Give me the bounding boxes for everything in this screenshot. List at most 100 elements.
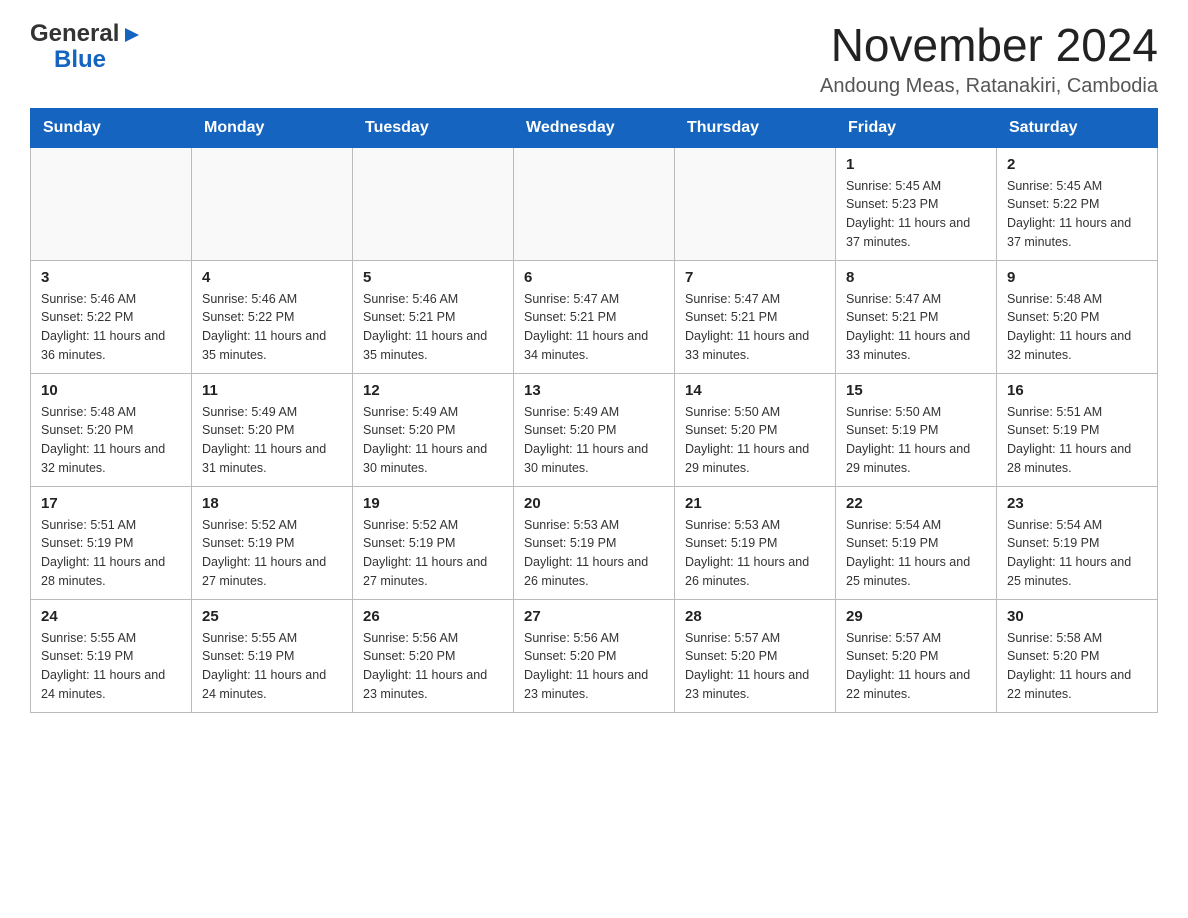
day-info: Sunrise: 5:46 AMSunset: 5:22 PMDaylight:… bbox=[202, 290, 342, 365]
calendar-cell: 26 Sunrise: 5:56 AMSunset: 5:20 PMDayligh… bbox=[353, 599, 514, 712]
day-info: Sunrise: 5:58 AMSunset: 5:20 PMDaylight:… bbox=[1007, 629, 1147, 704]
day-number: 19 bbox=[363, 495, 503, 512]
calendar-cell: 12 Sunrise: 5:49 AMSunset: 5:20 PMDayligh… bbox=[353, 373, 514, 486]
day-number: 4 bbox=[202, 269, 342, 286]
day-number: 22 bbox=[846, 495, 986, 512]
calendar-cell: 16 Sunrise: 5:51 AMSunset: 5:19 PMDayligh… bbox=[997, 373, 1158, 486]
day-info: Sunrise: 5:47 AMSunset: 5:21 PMDaylight:… bbox=[846, 290, 986, 365]
day-number: 8 bbox=[846, 269, 986, 286]
weekday-header-row: SundayMondayTuesdayWednesdayThursdayFrid… bbox=[31, 108, 1158, 147]
day-number: 26 bbox=[363, 608, 503, 625]
calendar-cell: 9 Sunrise: 5:48 AMSunset: 5:20 PMDaylight… bbox=[997, 260, 1158, 373]
day-info: Sunrise: 5:47 AMSunset: 5:21 PMDaylight:… bbox=[685, 290, 825, 365]
calendar-cell: 19Sunrise: 5:52 AMSunset: 5:19 PMDayligh… bbox=[353, 486, 514, 599]
day-info: Sunrise: 5:46 AMSunset: 5:21 PMDaylight:… bbox=[363, 290, 503, 365]
day-info: Sunrise: 5:53 AMSunset: 5:19 PMDaylight:… bbox=[524, 516, 664, 591]
day-number: 23 bbox=[1007, 495, 1147, 512]
logo-general-text: General bbox=[30, 20, 119, 48]
calendar-cell: 15Sunrise: 5:50 AMSunset: 5:19 PMDayligh… bbox=[836, 373, 997, 486]
calendar-cell bbox=[514, 147, 675, 260]
day-info: Sunrise: 5:54 AMSunset: 5:19 PMDaylight:… bbox=[846, 516, 986, 591]
day-info: Sunrise: 5:45 AMSunset: 5:23 PMDaylight:… bbox=[846, 177, 986, 252]
calendar-cell: 23 Sunrise: 5:54 AMSunset: 5:19 PMDayligh… bbox=[997, 486, 1158, 599]
calendar-cell: 7 Sunrise: 5:47 AMSunset: 5:21 PMDaylight… bbox=[675, 260, 836, 373]
calendar-cell: 17 Sunrise: 5:51 AMSunset: 5:19 PMDayligh… bbox=[31, 486, 192, 599]
day-number: 30 bbox=[1007, 608, 1147, 625]
weekday-header-thursday: Thursday bbox=[675, 108, 836, 147]
calendar-cell: 10 Sunrise: 5:48 AMSunset: 5:20 PMDayligh… bbox=[31, 373, 192, 486]
calendar-cell: 29Sunrise: 5:57 AMSunset: 5:20 PMDayligh… bbox=[836, 599, 997, 712]
day-number: 18 bbox=[202, 495, 342, 512]
weekday-header-saturday: Saturday bbox=[997, 108, 1158, 147]
day-number: 20 bbox=[524, 495, 664, 512]
calendar-cell: 24 Sunrise: 5:55 AMSunset: 5:19 PMDayligh… bbox=[31, 599, 192, 712]
weekday-header-sunday: Sunday bbox=[31, 108, 192, 147]
calendar-cell: 1 Sunrise: 5:45 AMSunset: 5:23 PMDaylight… bbox=[836, 147, 997, 260]
day-number: 7 bbox=[685, 269, 825, 286]
calendar-cell: 28 Sunrise: 5:57 AMSunset: 5:20 PMDayligh… bbox=[675, 599, 836, 712]
day-number: 5 bbox=[363, 269, 503, 286]
calendar-cell: 4 Sunrise: 5:46 AMSunset: 5:22 PMDaylight… bbox=[192, 260, 353, 373]
calendar-cell: 3 Sunrise: 5:46 AMSunset: 5:22 PMDaylight… bbox=[31, 260, 192, 373]
day-number: 9 bbox=[1007, 269, 1147, 286]
day-number: 10 bbox=[41, 382, 181, 399]
day-info: Sunrise: 5:45 AMSunset: 5:22 PMDaylight:… bbox=[1007, 177, 1147, 252]
day-number: 13 bbox=[524, 382, 664, 399]
day-info: Sunrise: 5:49 AMSunset: 5:20 PMDaylight:… bbox=[363, 403, 503, 478]
calendar-cell: 14Sunrise: 5:50 AMSunset: 5:20 PMDayligh… bbox=[675, 373, 836, 486]
day-info: Sunrise: 5:48 AMSunset: 5:20 PMDaylight:… bbox=[41, 403, 181, 478]
calendar-week-row: 17 Sunrise: 5:51 AMSunset: 5:19 PMDayligh… bbox=[31, 486, 1158, 599]
day-number: 24 bbox=[41, 608, 181, 625]
day-info: Sunrise: 5:48 AMSunset: 5:20 PMDaylight:… bbox=[1007, 290, 1147, 365]
day-number: 15 bbox=[846, 382, 986, 399]
day-number: 3 bbox=[41, 269, 181, 286]
page-header: General Blue November 2024 Andoung Meas,… bbox=[30, 20, 1158, 98]
calendar-cell: 13 Sunrise: 5:49 AMSunset: 5:20 PMDayligh… bbox=[514, 373, 675, 486]
calendar-cell: 2 Sunrise: 5:45 AMSunset: 5:22 PMDaylight… bbox=[997, 147, 1158, 260]
day-info: Sunrise: 5:50 AMSunset: 5:20 PMDaylight:… bbox=[685, 403, 825, 478]
day-info: Sunrise: 5:52 AMSunset: 5:19 PMDaylight:… bbox=[202, 516, 342, 591]
day-info: Sunrise: 5:49 AMSunset: 5:20 PMDaylight:… bbox=[524, 403, 664, 478]
day-number: 28 bbox=[685, 608, 825, 625]
day-info: Sunrise: 5:53 AMSunset: 5:19 PMDaylight:… bbox=[685, 516, 825, 591]
day-info: Sunrise: 5:56 AMSunset: 5:20 PMDaylight:… bbox=[363, 629, 503, 704]
day-info: Sunrise: 5:55 AMSunset: 5:19 PMDaylight:… bbox=[41, 629, 181, 704]
day-number: 2 bbox=[1007, 156, 1147, 173]
day-number: 16 bbox=[1007, 382, 1147, 399]
day-info: Sunrise: 5:51 AMSunset: 5:19 PMDaylight:… bbox=[41, 516, 181, 591]
day-info: Sunrise: 5:55 AMSunset: 5:19 PMDaylight:… bbox=[202, 629, 342, 704]
day-number: 12 bbox=[363, 382, 503, 399]
calendar-week-row: 3 Sunrise: 5:46 AMSunset: 5:22 PMDaylight… bbox=[31, 260, 1158, 373]
logo-blue-text: Blue bbox=[54, 46, 106, 74]
day-number: 25 bbox=[202, 608, 342, 625]
calendar-cell: 30 Sunrise: 5:58 AMSunset: 5:20 PMDayligh… bbox=[997, 599, 1158, 712]
day-number: 27 bbox=[524, 608, 664, 625]
day-number: 1 bbox=[846, 156, 986, 173]
calendar-cell: 22 Sunrise: 5:54 AMSunset: 5:19 PMDayligh… bbox=[836, 486, 997, 599]
calendar-cell: 6Sunrise: 5:47 AMSunset: 5:21 PMDaylight… bbox=[514, 260, 675, 373]
calendar-cell: 27 Sunrise: 5:56 AMSunset: 5:20 PMDayligh… bbox=[514, 599, 675, 712]
weekday-header-tuesday: Tuesday bbox=[353, 108, 514, 147]
weekday-header-friday: Friday bbox=[836, 108, 997, 147]
location-subtitle: Andoung Meas, Ratanakiri, Cambodia bbox=[820, 75, 1158, 98]
logo-arrow-icon bbox=[121, 24, 143, 46]
month-title: November 2024 bbox=[820, 20, 1158, 71]
day-number: 29 bbox=[846, 608, 986, 625]
day-number: 21 bbox=[685, 495, 825, 512]
day-info: Sunrise: 5:46 AMSunset: 5:22 PMDaylight:… bbox=[41, 290, 181, 365]
calendar-cell bbox=[675, 147, 836, 260]
calendar-cell: 20 Sunrise: 5:53 AMSunset: 5:19 PMDayligh… bbox=[514, 486, 675, 599]
day-info: Sunrise: 5:51 AMSunset: 5:19 PMDaylight:… bbox=[1007, 403, 1147, 478]
calendar-week-row: 24 Sunrise: 5:55 AMSunset: 5:19 PMDayligh… bbox=[31, 599, 1158, 712]
day-number: 17 bbox=[41, 495, 181, 512]
day-info: Sunrise: 5:49 AMSunset: 5:20 PMDaylight:… bbox=[202, 403, 342, 478]
title-section: November 2024 Andoung Meas, Ratanakiri, … bbox=[820, 20, 1158, 98]
calendar-table: SundayMondayTuesdayWednesdayThursdayFrid… bbox=[30, 108, 1158, 713]
day-info: Sunrise: 5:56 AMSunset: 5:20 PMDaylight:… bbox=[524, 629, 664, 704]
calendar-cell: 25 Sunrise: 5:55 AMSunset: 5:19 PMDayligh… bbox=[192, 599, 353, 712]
calendar-cell: 8 Sunrise: 5:47 AMSunset: 5:21 PMDaylight… bbox=[836, 260, 997, 373]
day-info: Sunrise: 5:54 AMSunset: 5:19 PMDaylight:… bbox=[1007, 516, 1147, 591]
day-info: Sunrise: 5:47 AMSunset: 5:21 PMDaylight:… bbox=[524, 290, 664, 365]
calendar-cell: 21 Sunrise: 5:53 AMSunset: 5:19 PMDayligh… bbox=[675, 486, 836, 599]
day-info: Sunrise: 5:57 AMSunset: 5:20 PMDaylight:… bbox=[685, 629, 825, 704]
